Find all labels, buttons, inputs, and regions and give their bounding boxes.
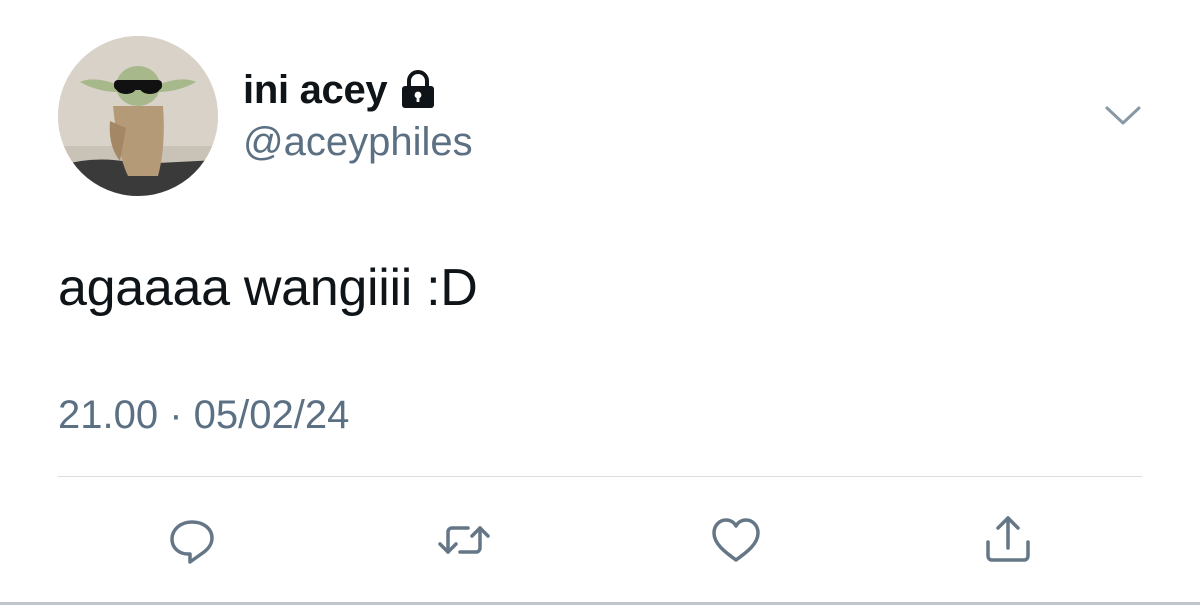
display-name[interactable]: ini acey [243,68,388,113]
avatar[interactable] [58,36,218,196]
retweet-button[interactable] [436,512,492,568]
tweet-timestamp[interactable]: 21.00 · 05/02/24 [58,393,349,438]
lock-icon [399,70,437,110]
display-name-row: ini acey [243,64,437,116]
share-button[interactable] [980,512,1036,568]
retweet-icon [438,526,490,554]
like-button[interactable] [708,512,764,568]
chevron-down-icon[interactable] [1104,104,1142,128]
user-handle[interactable]: @aceyphiles [243,120,473,165]
divider [58,476,1142,477]
baby-yoda-avatar-image [58,36,218,196]
like-icon [712,518,760,562]
reply-button[interactable] [164,512,220,568]
tweet-text: agaaaa wangiiii :D [58,259,478,317]
reply-icon [170,520,214,564]
share-icon [986,516,1030,562]
